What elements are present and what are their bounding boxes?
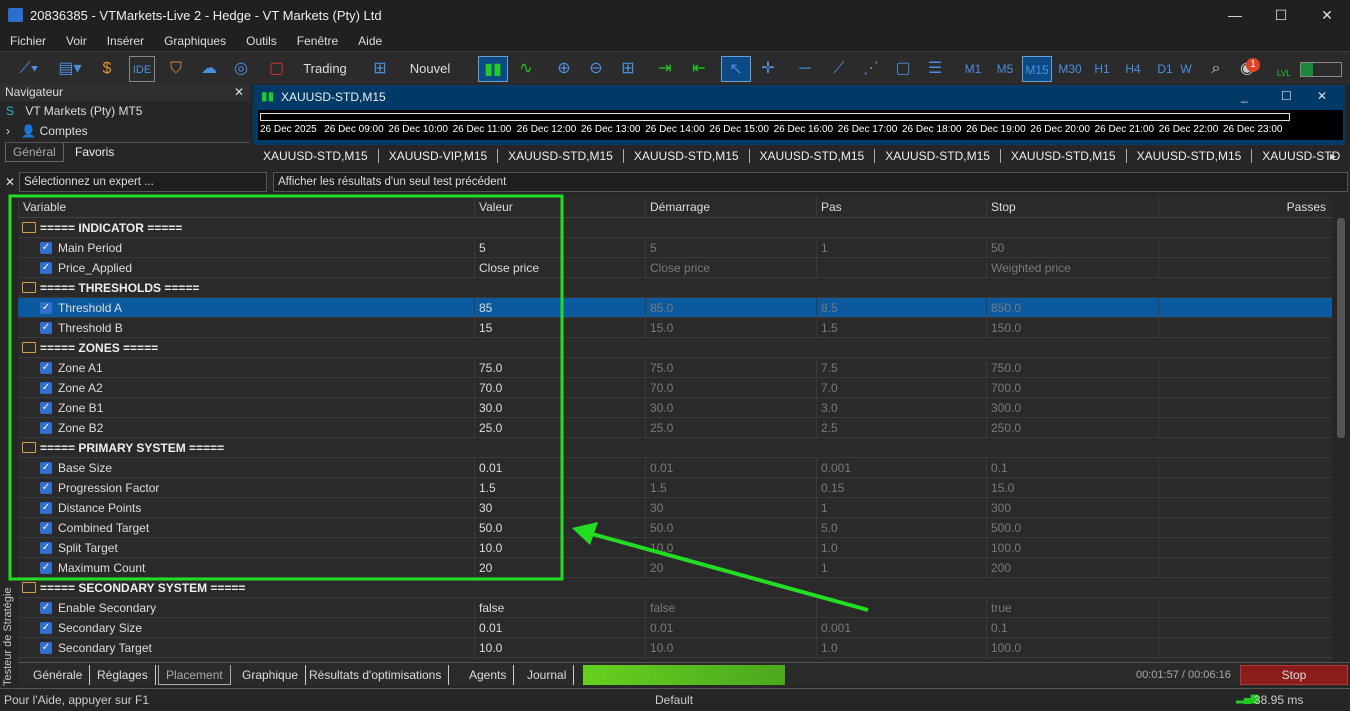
annotation-highlight-box: [8, 194, 564, 581]
annotation-overlay: [8, 194, 869, 612]
annotation-arrow-line: [584, 530, 869, 612]
